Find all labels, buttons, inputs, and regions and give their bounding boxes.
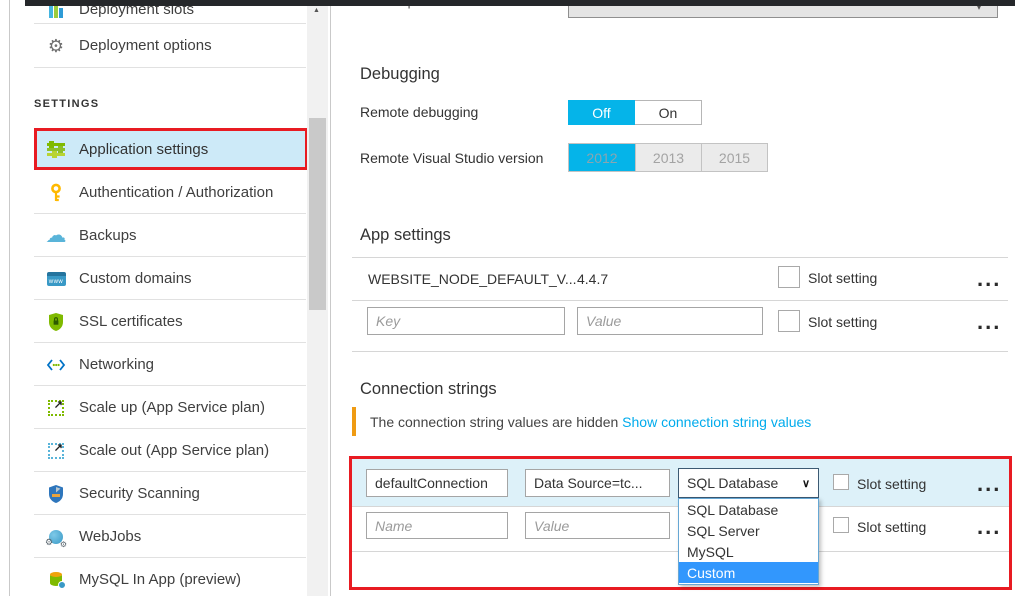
show-connection-values-link[interactable]: Show connection string values <box>622 414 811 430</box>
vs-version-group: 2012 2013 2015 <box>568 143 768 172</box>
key-icon <box>46 183 66 203</box>
dropdown-option-sql-database[interactable]: SQL Database <box>679 499 818 520</box>
notice-accent-bar <box>352 407 356 436</box>
scroll-up-arrow-icon[interactable]: ▲ <box>313 7 320 14</box>
remote-debugging-label: Remote debugging <box>360 104 478 120</box>
www-browser-icon: www <box>46 269 66 289</box>
divider <box>34 67 306 68</box>
row-more-button[interactable]: ... <box>977 477 1001 491</box>
divider <box>352 257 1008 258</box>
sidebar-item-scale-up[interactable]: ↗ Scale up (App Service plan) <box>34 386 306 429</box>
settings-sidebar: Deployment slots ⚙ Deployment options SE… <box>9 0 331 596</box>
chevron-down-icon: ∨ <box>802 477 810 490</box>
sidebar-item-label: Authentication / Authorization <box>79 184 273 201</box>
remote-debugging-on-button[interactable]: On <box>635 100 702 125</box>
sidebar-item-custom-domains[interactable]: www Custom domains <box>34 257 306 300</box>
app-setting-key: WEBSITE_NODE_DEFAULT_V... <box>368 271 577 287</box>
sidebar-item-label: WebJobs <box>79 528 141 545</box>
sidebar-item-security-scanning[interactable]: Security Scanning <box>34 472 306 515</box>
sidebar-item-authentication[interactable]: Authentication / Authorization <box>34 171 306 214</box>
globe-gears-icon: ⚙ ⚙ <box>46 527 66 547</box>
row-more-button[interactable]: ... <box>977 272 1001 286</box>
connection-value-input[interactable] <box>525 469 670 497</box>
sidebar-item-application-settings[interactable]: Application settings <box>34 128 308 170</box>
sidebar-item-backups[interactable]: ☁ Backups <box>34 214 306 257</box>
scrollbar-thumb[interactable] <box>309 118 326 310</box>
top-dark-bar <box>25 0 1015 6</box>
vs-version-label: Remote Visual Studio version <box>360 150 543 166</box>
divider <box>352 300 1008 301</box>
remote-debugging-toggle: Off On <box>568 100 702 125</box>
slot-setting-checkbox[interactable] <box>778 310 800 332</box>
sidebar-item-ssl-certificates[interactable]: SSL certificates <box>34 300 306 343</box>
connection-name-input[interactable] <box>366 512 508 539</box>
sidebar-item-label: MySQL In App (preview) <box>79 571 241 588</box>
sidebar-item-label: Custom domains <box>79 270 192 287</box>
slot-setting-label: Slot setting <box>808 270 877 286</box>
sidebar-item-webjobs[interactable]: ⚙ ⚙ WebJobs <box>34 515 306 558</box>
sidebar-item-label: Backups <box>79 227 137 244</box>
slot-setting-label: Slot setting <box>808 314 877 330</box>
sliders-icon <box>46 139 66 159</box>
scale-up-icon: ↗ <box>46 398 66 418</box>
sidebar-item-label: Application settings <box>79 141 208 158</box>
sidebar-item-label: Scale out (App Service plan) <box>79 442 269 459</box>
row-more-button[interactable]: ... <box>977 520 1001 534</box>
sidebar-item-deployment-options[interactable]: ⚙ Deployment options <box>34 24 306 67</box>
sidebar-item-label: Networking <box>79 356 154 373</box>
cloud-icon: ☁ <box>46 226 66 246</box>
notice-text: The connection string values are hidden <box>370 414 618 430</box>
mysql-database-icon <box>46 570 66 590</box>
sidebar-item-label: Security Scanning <box>79 485 200 502</box>
settings-section-header: SETTINGS <box>34 98 99 110</box>
sidebar-item-networking[interactable]: Networking <box>34 343 306 386</box>
sidebar-item-label: Scale up (App Service plan) <box>79 399 265 416</box>
security-shield-icon <box>46 484 66 504</box>
connection-name-input[interactable] <box>366 469 508 497</box>
sidebar-item-mysql-in-app[interactable]: MySQL In App (preview) <box>34 558 306 601</box>
slot-setting-checkbox[interactable] <box>833 474 849 490</box>
row-more-button[interactable]: ... <box>977 315 1001 329</box>
slot-setting-label: Slot setting <box>857 519 926 535</box>
sidebar-scrollbar[interactable]: ▲ <box>307 0 328 596</box>
gear-icon: ⚙ <box>46 36 66 56</box>
connection-type-dropdown-list: SQL Database SQL Server MySQL Custom <box>678 498 819 585</box>
shield-lock-icon <box>46 312 66 332</box>
connection-type-select[interactable]: SQL Database ∨ <box>678 468 819 498</box>
app-setting-value: 4.4.7 <box>577 271 608 287</box>
app-setting-key-input[interactable] <box>367 307 565 335</box>
slot-setting-checkbox[interactable] <box>778 266 800 288</box>
dropdown-option-custom[interactable]: Custom <box>679 562 818 583</box>
dropdown-option-sql-server[interactable]: SQL Server <box>679 520 818 541</box>
sidebar-item-label: SSL certificates <box>79 313 183 330</box>
connection-strings-notice: The connection string values are hidden … <box>370 414 811 430</box>
connection-strings-heading: Connection strings <box>360 380 497 399</box>
selected-type-value: SQL Database <box>687 475 778 491</box>
vs-2013-button[interactable]: 2013 <box>635 144 701 171</box>
dropdown-option-mysql[interactable]: MySQL <box>679 541 818 562</box>
connection-value-input[interactable] <box>525 512 670 539</box>
slot-setting-checkbox[interactable] <box>833 517 849 533</box>
sidebar-item-scale-out[interactable]: ↗ Scale out (App Service plan) <box>34 429 306 472</box>
vs-2015-button[interactable]: 2015 <box>701 144 767 171</box>
network-brackets-icon <box>46 355 66 375</box>
scale-out-icon: ↗ <box>46 441 66 461</box>
app-setting-value-input[interactable] <box>577 307 763 335</box>
remote-debugging-off-button[interactable]: Off <box>568 100 635 125</box>
auto-swap-slot-dropdown[interactable]: ▾ <box>568 4 998 18</box>
app-settings-heading: App settings <box>360 226 451 245</box>
sidebar-item-label: Deployment options <box>79 37 212 54</box>
divider <box>352 351 1008 352</box>
debugging-heading: Debugging <box>360 65 440 84</box>
slot-setting-label: Slot setting <box>857 476 926 492</box>
vs-2012-button[interactable]: 2012 <box>569 144 635 171</box>
